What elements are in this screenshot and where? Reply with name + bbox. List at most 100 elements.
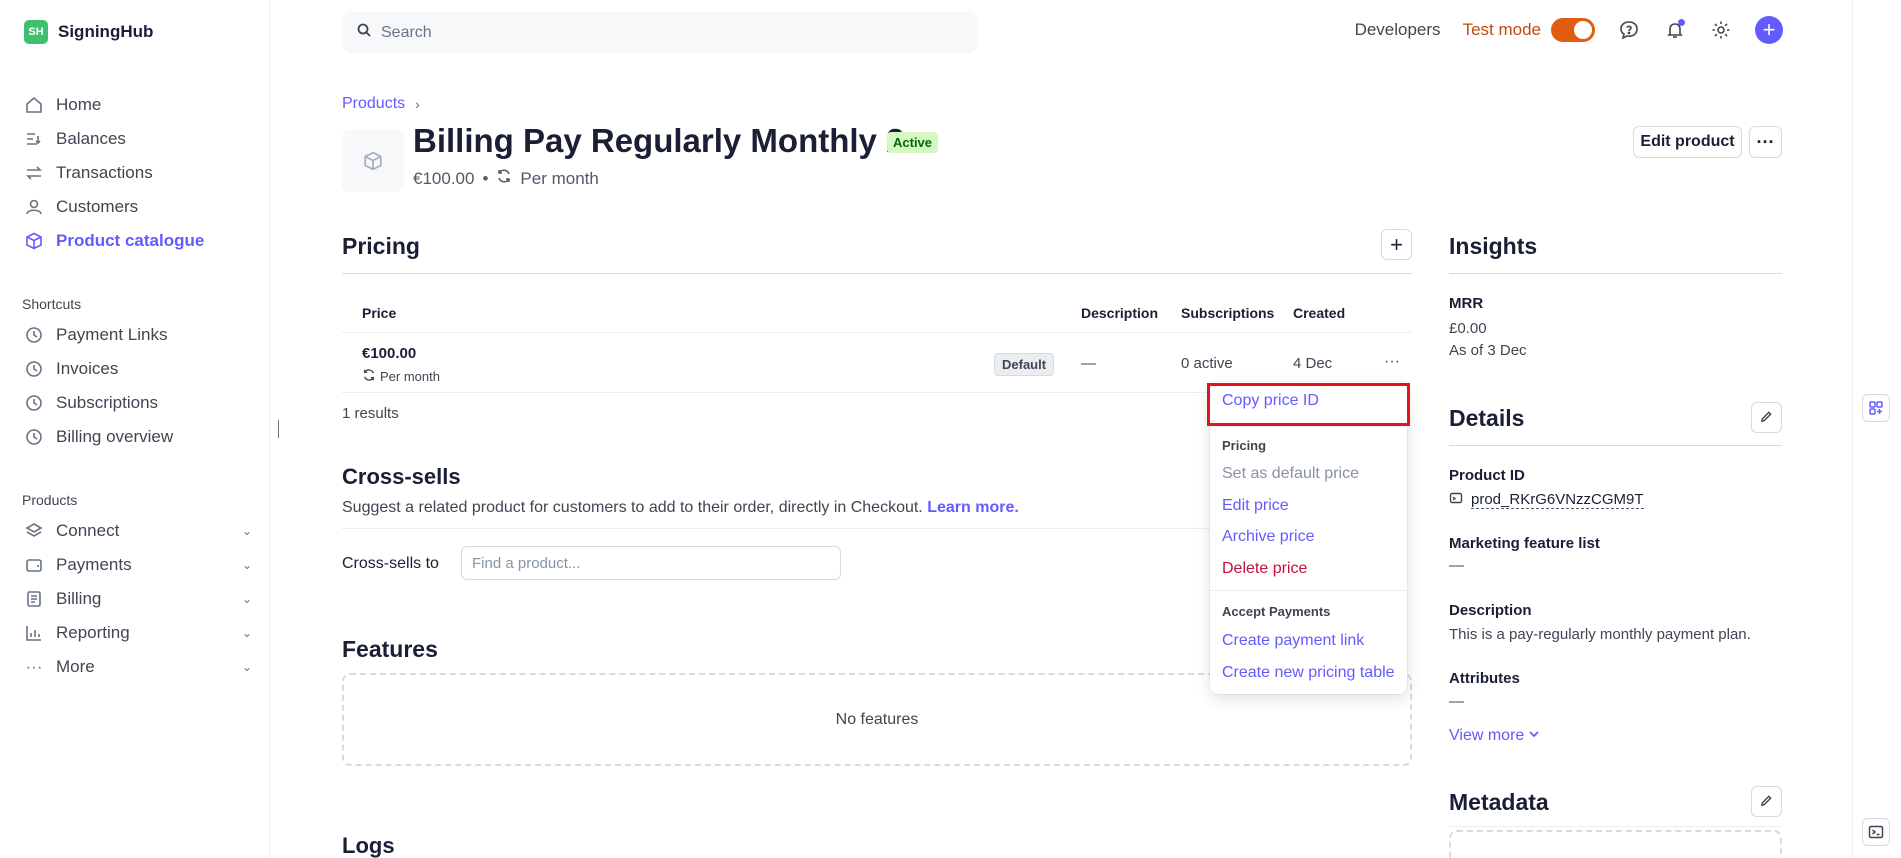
metadata-heading: Metadata <box>1449 789 1549 815</box>
product-id-label: Product ID <box>1449 467 1525 484</box>
sidebar-item-subscriptions[interactable]: Subscriptions <box>22 386 252 420</box>
breadcrumb: Products › <box>342 95 420 113</box>
clock-icon <box>22 323 46 347</box>
chevron-down-icon <box>1528 727 1540 745</box>
sidebar-item-product-catalogue[interactable]: Product catalogue <box>22 224 252 258</box>
sidebar-item-connect[interactable]: Connect ⌄ <box>22 514 252 548</box>
row-more-button[interactable]: ··· <box>1380 352 1404 372</box>
copy-id-icon[interactable] <box>1449 491 1463 509</box>
clock-icon <box>22 391 46 415</box>
price-amount[interactable]: €100.00 <box>362 345 416 362</box>
cross-sells-to-label: Cross-sells to <box>342 555 439 572</box>
menu-delete-price[interactable]: Delete price <box>1222 560 1307 578</box>
menu-divider <box>1210 590 1407 591</box>
find-product-input[interactable] <box>461 546 841 580</box>
more-actions-button[interactable]: ··· <box>1749 126 1782 158</box>
features-heading: Features <box>342 636 438 662</box>
settings-gear-icon[interactable] <box>1709 18 1733 42</box>
divider <box>1449 445 1782 446</box>
menu-create-payment-link[interactable]: Create payment link <box>1222 632 1364 650</box>
main-nav: Home Balances Transactions Customers Pro… <box>22 88 252 258</box>
edit-metadata-button[interactable] <box>1751 786 1782 817</box>
sidebar-item-billing-overview[interactable]: Billing overview <box>22 420 252 454</box>
sidebar-item-reporting[interactable]: Reporting ⌄ <box>22 616 252 650</box>
topbar-actions: Developers Test mode + <box>1355 16 1783 44</box>
sidebar-item-more[interactable]: ··· More ⌄ <box>22 650 253 684</box>
product-image-placeholder[interactable] <box>342 130 404 192</box>
menu-group-pricing: Pricing <box>1222 438 1267 453</box>
breadcrumb-products-link[interactable]: Products <box>342 95 405 113</box>
description-label: Description <box>1449 602 1532 619</box>
menu-edit-price[interactable]: Edit price <box>1222 497 1289 515</box>
marketing-feature-value: — <box>1449 557 1464 574</box>
sidebar-item-transactions[interactable]: Transactions <box>22 156 252 190</box>
menu-create-pricing-table[interactable]: Create new pricing table <box>1222 664 1395 682</box>
sidebar-item-customers[interactable]: Customers <box>22 190 252 224</box>
chevron-down-icon: ⌄ <box>241 558 252 572</box>
sidebar-item-billing[interactable]: Billing ⌄ <box>22 582 252 616</box>
test-mode-toggle[interactable]: Test mode <box>1463 18 1595 42</box>
status-badge: Active <box>887 132 939 153</box>
product-box-icon <box>364 151 382 171</box>
connect-icon <box>22 519 46 543</box>
view-more-link[interactable]: View more <box>1449 727 1540 745</box>
learn-more-link[interactable]: Learn more. <box>927 499 1019 516</box>
attributes-label: Attributes <box>1449 670 1520 687</box>
cross-sells-heading: Cross-sells <box>342 464 461 489</box>
more-dots-icon: ··· <box>25 657 43 676</box>
search-input[interactable]: Search <box>381 24 432 42</box>
sidebar-item-balances[interactable]: Balances <box>22 122 252 156</box>
search-bar[interactable]: Search <box>343 12 977 53</box>
sidebar-item-label: Subscriptions <box>56 393 159 412</box>
product-icon <box>22 229 46 253</box>
brand-name: SigningHub <box>58 22 154 41</box>
edit-details-button[interactable] <box>1751 402 1782 433</box>
product-id-value[interactable]: prod_RKrG6VNzzCGM9T <box>1471 491 1644 509</box>
default-badge: Default <box>994 353 1055 376</box>
billing-icon <box>22 587 46 611</box>
menu-set-default-price[interactable]: Set as default price <box>1222 465 1359 483</box>
mrr-as-of: As of 3 Dec <box>1449 342 1527 359</box>
developers-link[interactable]: Developers <box>1355 20 1441 40</box>
sidebar: SH SigningHub Home Balances Transactions… <box>0 0 270 858</box>
create-plus-icon[interactable]: + <box>1755 16 1783 44</box>
page-title: Billing Pay Regularly Monthly 2 <box>413 122 905 159</box>
cross-sells-description: Suggest a related product for customers … <box>342 499 1019 517</box>
menu-archive-price[interactable]: Archive price <box>1222 528 1314 546</box>
divider <box>1449 826 1782 827</box>
toggle-switch[interactable] <box>1551 18 1595 42</box>
sidebar-item-label: Billing overview <box>56 427 174 446</box>
divider <box>342 528 1222 529</box>
chevron-right-icon: › <box>415 96 420 112</box>
price-interval: Per month <box>362 368 440 385</box>
product-price-summary: €100.00 • Per month <box>413 168 599 189</box>
sidebar-item-label: Customers <box>56 197 139 216</box>
edit-product-button[interactable]: Edit product <box>1633 126 1742 158</box>
details-heading: Details <box>1449 405 1525 431</box>
sidebar-item-invoices[interactable]: Invoices <box>22 352 252 386</box>
balances-icon <box>22 127 46 151</box>
add-price-button[interactable]: + <box>1381 229 1412 260</box>
products-nav: Products Connect ⌄ Payments ⌄ Billing ⌄ … <box>22 486 252 684</box>
sidebar-item-label: Billing <box>56 589 102 608</box>
product-interval: Per month <box>520 168 599 188</box>
recurring-icon <box>362 368 376 385</box>
sidebar-item-label: Transactions <box>56 163 153 182</box>
column-header-created: Created <box>1293 305 1346 321</box>
apps-grid-icon[interactable] <box>1862 394 1890 422</box>
price-created: 4 Dec <box>1293 355 1333 372</box>
help-icon[interactable] <box>1617 18 1641 42</box>
notifications-icon[interactable] <box>1663 18 1687 42</box>
price-actions-menu: Copy price ID Pricing Set as default pri… <box>1210 382 1407 694</box>
divider <box>342 332 1412 333</box>
sidebar-item-payment-links[interactable]: Payment Links <box>22 318 252 352</box>
sidebar-item-home[interactable]: Home <box>22 88 252 122</box>
product-id[interactable]: prod_RKrG6VNzzCGM9T <box>1449 491 1644 509</box>
divider <box>1449 273 1782 274</box>
brand[interactable]: SH SigningHub <box>24 20 153 44</box>
price-interval-label: Per month <box>380 369 440 384</box>
terminal-icon[interactable] <box>1862 818 1890 846</box>
price-subscriptions: 0 active <box>1181 355 1233 372</box>
sidebar-resize-handle[interactable] <box>278 420 279 438</box>
sidebar-item-payments[interactable]: Payments ⌄ <box>22 548 252 582</box>
